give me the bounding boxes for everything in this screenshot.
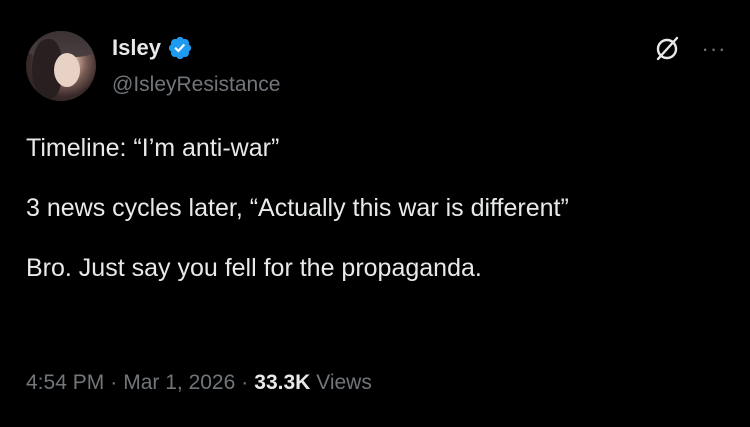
tweet-text: Timeline: “I’m anti-war” 3 news cycles l… (26, 133, 726, 313)
tweet-card[interactable]: Isley @IsleyResistance ··· Timeline: “I’… (0, 0, 750, 427)
more-icon[interactable]: ··· (702, 34, 726, 64)
meta-separator: · (241, 371, 249, 394)
grok-icon[interactable] (652, 34, 682, 64)
avatar-face (54, 53, 80, 87)
verified-badge-icon[interactable] (167, 35, 193, 61)
avatar[interactable] (26, 31, 96, 101)
tweet-meta: 4:54 PM · Mar 1, 2026 · 33.3K Views (26, 369, 372, 397)
meta-separator: · (110, 371, 118, 394)
tweet-date[interactable]: Mar 1, 2026 (123, 371, 235, 394)
views-label: Views (316, 371, 372, 394)
author-handle[interactable]: @IsleyResistance (112, 71, 280, 99)
tweet-line: 3 news cycles later, “Actually this war … (26, 194, 569, 222)
views-count: 33.3K (254, 371, 311, 394)
tweet-time[interactable]: 4:54 PM (26, 371, 104, 394)
tweet-top-actions: ··· (652, 34, 726, 64)
author-display-name[interactable]: Isley (112, 34, 161, 62)
tweet-line: Bro. Just say you fell for the propagand… (26, 254, 482, 282)
tweet-line: Timeline: “I’m anti-war” (26, 134, 280, 162)
author-name-row: Isley (112, 34, 193, 62)
